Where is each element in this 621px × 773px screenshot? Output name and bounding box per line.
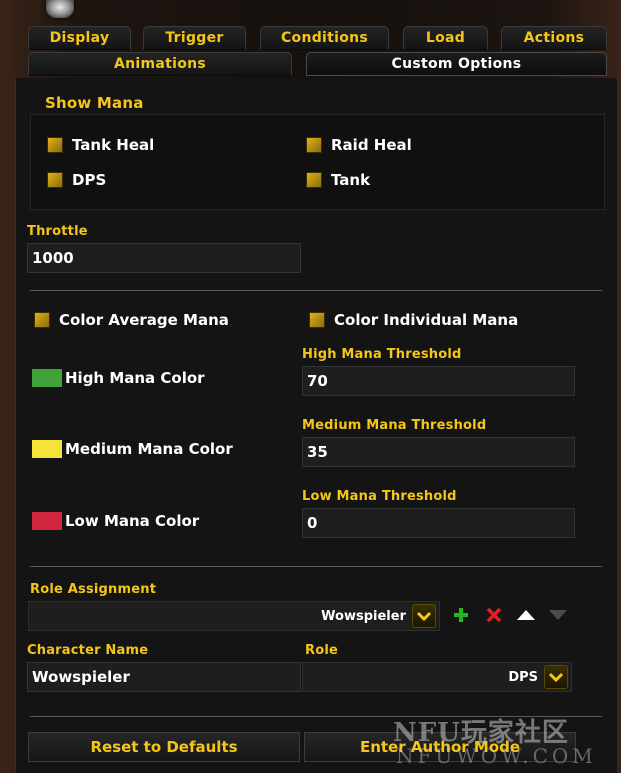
color-swatch[interactable]: [32, 440, 62, 458]
divider: [30, 290, 602, 291]
color-label: Low Mana Color: [65, 512, 200, 530]
divider: [30, 716, 602, 717]
divider: [30, 566, 602, 567]
low-mana-color-picker[interactable]: Low Mana Color: [32, 512, 199, 530]
high-threshold-input[interactable]: 70: [302, 366, 575, 396]
checkbox-dps[interactable]: DPS: [47, 171, 106, 189]
medium-threshold-label: Medium Mana Threshold: [302, 418, 487, 433]
show-mana-title: Show Mana: [45, 94, 144, 112]
role-dropdown[interactable]: DPS: [302, 662, 572, 692]
tab-custom-options[interactable]: Custom Options: [306, 52, 607, 76]
tab-display[interactable]: Display: [28, 26, 131, 50]
reset-to-defaults-button[interactable]: Reset to Defaults: [28, 732, 300, 762]
low-threshold-label: Low Mana Threshold: [302, 489, 457, 504]
medium-threshold-input[interactable]: 35: [302, 437, 575, 467]
checkbox-raid-heal[interactable]: Raid Heal: [306, 136, 412, 154]
throttle-input[interactable]: 1000: [27, 243, 301, 273]
low-threshold-input[interactable]: 0: [302, 508, 575, 538]
dropdown-value: DPS: [508, 669, 538, 685]
checkbox-box[interactable]: [306, 137, 322, 153]
x-icon[interactable]: [484, 605, 504, 625]
character-name-input[interactable]: Wowspieler: [27, 662, 301, 692]
plus-icon[interactable]: [451, 605, 471, 625]
checkbox-box[interactable]: [306, 172, 322, 188]
checkbox-box[interactable]: [309, 312, 325, 328]
high-mana-color-picker[interactable]: High Mana Color: [32, 369, 205, 387]
checkbox-label: Color Average Mana: [59, 311, 229, 329]
color-label: High Mana Color: [65, 369, 205, 387]
color-swatch[interactable]: [32, 512, 62, 530]
role-label: Role: [305, 643, 339, 658]
checkbox-box[interactable]: [34, 312, 50, 328]
checkbox-label: DPS: [72, 171, 107, 189]
medium-mana-color-picker[interactable]: Medium Mana Color: [32, 440, 233, 458]
chevron-down-icon[interactable]: [544, 665, 568, 689]
character-name-label: Character Name: [27, 643, 149, 658]
dropdown-value: Wowspieler: [321, 608, 406, 624]
show-mana-group: [30, 114, 605, 210]
checkbox-label: Tank Heal: [72, 136, 155, 154]
checkbox-tank[interactable]: Tank: [306, 171, 370, 189]
checkbox-label: Tank: [331, 171, 371, 189]
addon-icon: [46, 0, 74, 18]
tab-conditions[interactable]: Conditions: [260, 26, 389, 50]
arrow-down-icon[interactable]: [548, 605, 568, 625]
color-swatch[interactable]: [32, 369, 62, 387]
arrow-up-icon[interactable]: [516, 605, 536, 625]
checkbox-tank-heal[interactable]: Tank Heal: [47, 136, 154, 154]
color-label: Medium Mana Color: [65, 440, 233, 458]
tab-load[interactable]: Load: [403, 26, 488, 50]
tab-trigger[interactable]: Trigger: [143, 26, 246, 50]
tab-actions[interactable]: Actions: [501, 26, 607, 50]
checkbox-color-individual-mana[interactable]: Color Individual Mana: [309, 311, 518, 329]
checkbox-color-average-mana[interactable]: Color Average Mana: [34, 311, 229, 329]
checkbox-label: Color Individual Mana: [334, 311, 519, 329]
enter-author-mode-button[interactable]: Enter Author Mode: [304, 732, 576, 762]
checkbox-label: Raid Heal: [331, 136, 412, 154]
chevron-down-icon[interactable]: [412, 604, 436, 628]
role-assignment-label: Role Assignment: [30, 582, 157, 597]
checkbox-box[interactable]: [47, 137, 63, 153]
high-threshold-label: High Mana Threshold: [302, 347, 462, 362]
checkbox-box[interactable]: [47, 172, 63, 188]
tab-animations[interactable]: Animations: [28, 52, 292, 76]
throttle-label: Throttle: [27, 224, 88, 239]
role-assignment-dropdown[interactable]: Wowspieler: [28, 601, 440, 631]
